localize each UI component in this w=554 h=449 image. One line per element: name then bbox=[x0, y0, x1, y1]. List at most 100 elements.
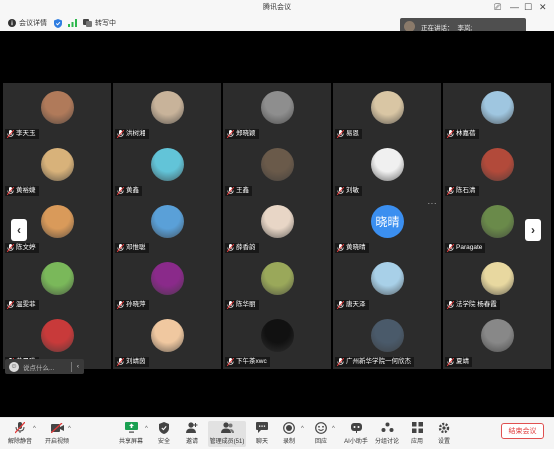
security-label: 安全 bbox=[157, 439, 170, 445]
participant-tile[interactable]: 唐天泽 bbox=[333, 254, 441, 312]
participant-name: 唐天泽 bbox=[346, 301, 366, 308]
mic-muted-icon bbox=[337, 187, 344, 195]
participant-tile[interactable]: 陈华丽 bbox=[223, 254, 331, 312]
unmute-button[interactable]: 解除静音 bbox=[6, 421, 34, 447]
participant-avatar bbox=[151, 91, 184, 124]
mic-muted-icon bbox=[227, 187, 234, 195]
transcription-label: 转写中 bbox=[95, 19, 116, 27]
security-button[interactable]: 安全 bbox=[155, 421, 173, 447]
share-screen-label: 共享屏幕 bbox=[118, 439, 143, 445]
video-options-caret[interactable]: ^ bbox=[68, 426, 71, 432]
mic-options-caret[interactable]: ^ bbox=[33, 426, 36, 432]
breakout-rooms-button[interactable]: 分组讨论 bbox=[374, 421, 400, 447]
participant-avatar bbox=[41, 319, 74, 352]
share-options-caret[interactable]: ^ bbox=[145, 426, 148, 432]
emoji-icon[interactable]: ☺ bbox=[9, 361, 19, 372]
mic-muted-icon bbox=[227, 358, 234, 366]
participant-avatar bbox=[151, 319, 184, 352]
mic-muted-icon bbox=[117, 358, 124, 366]
participant-tile[interactable]: 薛香韵 bbox=[223, 197, 331, 255]
manage-members-button[interactable]: 管理成员(51) bbox=[208, 421, 246, 447]
reactions-options-caret[interactable]: ^ bbox=[332, 426, 335, 432]
mic-muted-icon bbox=[117, 187, 124, 195]
participant-tile[interactable]: 易恩 bbox=[333, 83, 441, 141]
record-button[interactable]: 录制 bbox=[280, 421, 298, 447]
more-options-icon[interactable]: ··· bbox=[428, 199, 438, 208]
participant-tile[interactable]: 邓惟聪 bbox=[113, 197, 221, 255]
breakout-rooms-label: 分组讨论 bbox=[374, 439, 399, 445]
participant-tile[interactable]: 林嘉蓓 bbox=[443, 83, 551, 141]
mic-muted-icon bbox=[117, 130, 124, 138]
prev-page-button[interactable]: ‹ bbox=[11, 219, 27, 241]
participant-tile[interactable]: 温雯菲 bbox=[3, 254, 111, 312]
camera-off-icon bbox=[50, 421, 64, 434]
participant-tile[interactable]: 黄鑫 bbox=[113, 140, 221, 198]
participant-tile[interactable]: 王鑫 bbox=[223, 140, 331, 198]
participant-name: 薛香韵 bbox=[236, 244, 256, 251]
participant-name-tag: 洪树湘 bbox=[115, 129, 149, 139]
participant-avatar bbox=[371, 319, 404, 352]
participant-tile[interactable]: 洪树湘 bbox=[113, 83, 221, 141]
settings-button[interactable]: 设置 bbox=[435, 421, 453, 447]
participant-tile[interactable]: 法学院 杨春霞 bbox=[443, 254, 551, 312]
participant-name-tag: 李天玉 bbox=[5, 129, 39, 139]
app-title: 腾讯会议 bbox=[263, 4, 291, 11]
participant-name-tag: 广州新华学院一何欣杰 bbox=[335, 357, 414, 367]
participant-tile[interactable]: 刘靖茵 bbox=[113, 311, 221, 369]
start-video-button[interactable]: 开启视频 bbox=[42, 421, 72, 447]
collapse-chat-icon[interactable]: ‹ bbox=[72, 363, 84, 370]
manage-members-label: 管理成员(51) bbox=[209, 439, 245, 445]
participant-name: 刘敏 bbox=[346, 187, 359, 194]
mic-muted-icon bbox=[447, 130, 454, 138]
minimize-icon[interactable]: — bbox=[510, 1, 519, 13]
apps-label: 应用 bbox=[410, 439, 423, 445]
participant-name: 刘靖茵 bbox=[126, 358, 146, 365]
share-screen-button[interactable]: 共享屏幕 bbox=[118, 421, 144, 447]
participant-tile[interactable]: 郑晓颖 bbox=[223, 83, 331, 141]
participant-avatar bbox=[261, 262, 294, 295]
speaking-label: 正在讲话： bbox=[421, 24, 454, 32]
participant-name: 温雯菲 bbox=[16, 301, 36, 308]
participant-tile[interactable]: 晓晴 黄晓晴 ··· bbox=[333, 197, 441, 255]
participant-name-tag: 刘敏 bbox=[335, 186, 362, 196]
ai-assistant-button[interactable]: AI小助手 bbox=[343, 421, 369, 447]
next-page-button[interactable]: › bbox=[525, 219, 541, 241]
record-label: 录制 bbox=[282, 439, 295, 445]
participant-name-tag: 温雯菲 bbox=[5, 300, 39, 310]
participant-tile[interactable]: 李天玉 bbox=[3, 83, 111, 141]
participant-name-tag: 孙晓萍 bbox=[115, 300, 149, 310]
participant-name-tag: 邓惟聪 bbox=[115, 243, 149, 253]
apps-button[interactable]: 应用 bbox=[408, 421, 426, 447]
participant-avatar bbox=[261, 205, 294, 238]
participant-tile[interactable]: 下午茶xwc bbox=[223, 311, 331, 369]
participant-tile[interactable]: 孙晓萍 bbox=[113, 254, 221, 312]
participant-name: 郑晓颖 bbox=[236, 130, 256, 137]
mic-muted-icon bbox=[447, 187, 454, 195]
invite-button[interactable]: 邀请 bbox=[183, 421, 201, 447]
participant-avatar bbox=[151, 205, 184, 238]
record-options-caret[interactable]: ^ bbox=[301, 426, 304, 432]
share-screen-icon bbox=[124, 421, 138, 434]
close-icon[interactable]: ✕ bbox=[539, 1, 547, 13]
participant-tile[interactable]: 陈石清 bbox=[443, 140, 551, 198]
end-meeting-button[interactable]: 结束会议 bbox=[501, 423, 544, 439]
participant-tile[interactable]: 广州新华学院一何欣杰 bbox=[333, 311, 441, 369]
participant-avatar bbox=[481, 91, 514, 124]
reactions-button[interactable]: 回应 bbox=[312, 421, 330, 447]
security-shield-icon[interactable] bbox=[54, 19, 62, 28]
participant-name-tag: 易恩 bbox=[335, 129, 362, 139]
participant-tile[interactable]: 夏靖 bbox=[443, 311, 551, 369]
participant-name: Paragate bbox=[456, 244, 483, 251]
participant-name-tag: 陈华丽 bbox=[225, 300, 259, 310]
chat-input-placeholder[interactable]: 说点什么... bbox=[23, 362, 54, 372]
chat-input-bar[interactable]: ☺ 说点什么... ‹ bbox=[5, 359, 84, 374]
signal-icon[interactable] bbox=[68, 19, 77, 27]
meeting-details-button[interactable]: 会议详情 bbox=[8, 17, 47, 28]
participant-tile[interactable]: 黄裕婕 bbox=[3, 140, 111, 198]
participant-name-tag: 陈石清 bbox=[445, 186, 479, 196]
transcription-status[interactable]: 转写中 bbox=[83, 17, 116, 28]
pin-icon[interactable]: ⎚ bbox=[494, 1, 501, 13]
participant-tile[interactable]: 刘敏 bbox=[333, 140, 441, 198]
chat-button[interactable]: 聊天 bbox=[253, 421, 271, 447]
maximize-icon[interactable]: ☐ bbox=[524, 1, 532, 13]
